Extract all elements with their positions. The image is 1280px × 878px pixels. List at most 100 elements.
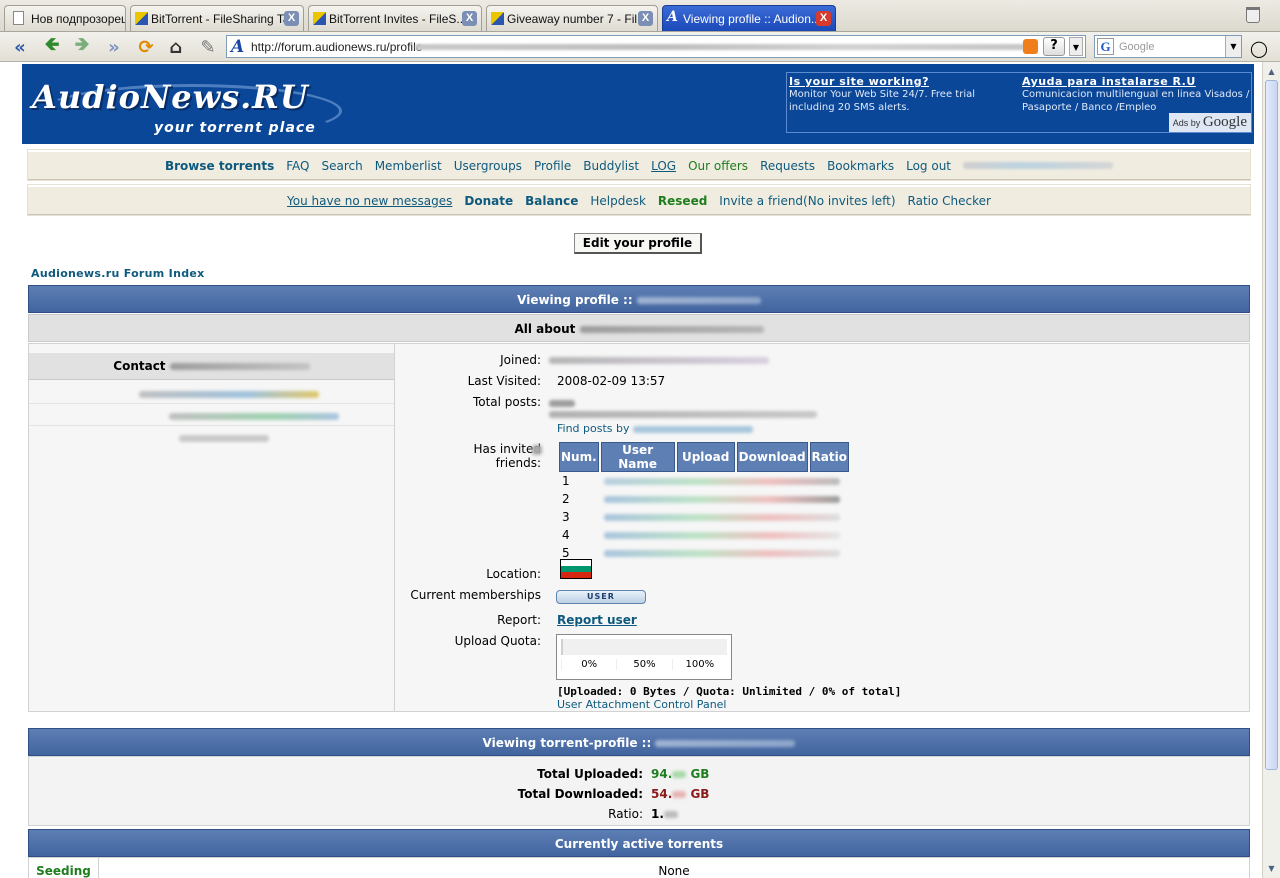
ad-title[interactable]: Is your site working? <box>789 75 1017 88</box>
reload-icon[interactable]: ⟳ <box>134 35 158 59</box>
web-page: AudioNews.RU your torrent place Is your … <box>20 62 1258 878</box>
google-icon: G <box>1097 38 1114 55</box>
menu-faq[interactable]: FAQ <box>286 159 309 173</box>
menu-browse-torrents[interactable]: Browse torrents <box>165 159 274 173</box>
menu-invite-friend[interactable]: Invite a friend(No invites left) <box>719 194 895 208</box>
address-bar[interactable]: A http://forum.audionews.ru/profile ? ▼ <box>226 35 1086 58</box>
url-text: http://forum.audionews.ru/profile <box>251 40 423 54</box>
uploaded-label: Total Uploaded: <box>537 767 643 781</box>
close-icon[interactable]: X <box>816 11 831 26</box>
menu-log[interactable]: LOG <box>651 159 676 173</box>
tab-bittorrent-invites[interactable]: BitTorrent Invites - FileS... X <box>308 5 482 31</box>
search-box[interactable]: G Google ▼ <box>1094 35 1242 58</box>
joined-label: Joined: <box>500 353 541 367</box>
redacted-count <box>532 445 542 455</box>
ad-item[interactable]: Ayuda para instalarse R.U Comunicacion m… <box>1022 75 1250 114</box>
uploaded-value: 94. GB <box>651 767 710 781</box>
menu-bookmarks[interactable]: Bookmarks <box>827 159 894 173</box>
browser-navigation-bar: « 🡸 🡺 » ⟳ ⌂ ✎ A http://forum.audionews.r… <box>0 32 1280 62</box>
report-user-link[interactable]: Report user <box>557 613 637 627</box>
find-posts-link[interactable]: Find posts by <box>557 422 754 435</box>
redacted-row <box>601 544 849 562</box>
redacted-digits <box>663 811 678 818</box>
torrent-profile-header: Viewing torrent-profile :: <box>28 728 1250 756</box>
menu-requests[interactable]: Requests <box>760 159 815 173</box>
viewing-profile-header: Viewing profile :: <box>28 285 1250 313</box>
close-icon[interactable]: X <box>284 11 299 26</box>
menu-messages[interactable]: You have no new messages <box>287 194 452 208</box>
redacted-digits <box>672 771 687 778</box>
tab-giveaway[interactable]: Giveaway number 7 - Fil... X <box>486 5 658 31</box>
menu-memberlist[interactable]: Memberlist <box>375 159 442 173</box>
fast-forward-icon[interactable]: » <box>102 35 126 59</box>
site-header: AudioNews.RU your torrent place Is your … <box>22 64 1254 144</box>
tab-viewing-profile[interactable]: A Viewing profile :: Audion... X <box>662 5 836 31</box>
menu-our-offers[interactable]: Our offers <box>688 159 748 173</box>
favicon-icon <box>313 12 326 25</box>
scroll-thumb[interactable] <box>1265 80 1278 770</box>
help-icon[interactable]: ? <box>1043 37 1065 56</box>
row-num: 3 <box>562 510 570 524</box>
table-row: 3 <box>559 508 849 526</box>
membership-badge: USER <box>556 590 646 604</box>
last-visited-value: 2008-02-09 13:57 <box>557 374 666 388</box>
menu-usergroups[interactable]: Usergroups <box>454 159 522 173</box>
ad-item[interactable]: Is your site working? Monitor Your Web S… <box>789 75 1017 114</box>
ad-title[interactable]: Ayuda para instalarse R.U <box>1022 75 1250 88</box>
downloaded-row: Total Downloaded: 54. GB <box>29 787 1251 807</box>
menu-buddylist[interactable]: Buddylist <box>583 159 639 173</box>
binoculars-icon[interactable]: ◯ <box>1250 39 1268 58</box>
invited-friends-table: Num. User Name Upload Download Ratio 1 2 <box>557 442 851 562</box>
forward-icon[interactable]: 🡺 <box>70 34 94 59</box>
chevron-down-icon[interactable]: ▼ <box>1225 36 1241 57</box>
search-input[interactable]: Google <box>1119 41 1154 53</box>
menu-helpdesk[interactable]: Helpdesk <box>590 194 646 208</box>
menu-reseed[interactable]: Reseed <box>658 194 707 208</box>
home-icon[interactable]: ⌂ <box>164 35 188 59</box>
attachment-panel-link[interactable]: User Attachment Control Panel <box>557 698 727 711</box>
site-logo[interactable]: AudioNews.RU <box>32 78 309 116</box>
scroll-down-icon[interactable]: ▼ <box>1265 861 1278 876</box>
menu-profile[interactable]: Profile <box>534 159 571 173</box>
back-icon[interactable]: 🡸 <box>40 34 64 59</box>
rss-icon[interactable] <box>1023 39 1038 54</box>
menu-balance[interactable]: Balance <box>525 194 578 208</box>
redacted-post-count <box>549 400 575 407</box>
favicon-icon: A <box>667 9 678 25</box>
scroll-up-icon[interactable]: ▲ <box>1265 64 1278 79</box>
trash-icon[interactable] <box>1246 7 1260 23</box>
edit-icon[interactable]: ✎ <box>196 35 220 59</box>
tab-new-subwindow[interactable]: Нов подпрозорец <box>4 5 126 31</box>
redacted-joined-date <box>549 357 769 364</box>
redacted-row <box>601 490 849 508</box>
vertical-scrollbar[interactable]: ▲ ▼ <box>1262 62 1280 878</box>
rewind-icon[interactable]: « <box>8 35 32 59</box>
chevron-down-icon[interactable]: ▼ <box>1069 37 1083 56</box>
close-icon[interactable]: X <box>462 11 477 26</box>
quota-tick: 50% <box>616 659 671 670</box>
secondary-menu: You have no new messages Donate Balance … <box>28 185 1250 215</box>
ratio-row: Ratio: 1. <box>29 807 1251 827</box>
table-row: 2 <box>559 490 849 508</box>
redacted-username <box>655 740 796 747</box>
col-num: Num. <box>559 442 599 472</box>
bulgaria-flag-icon <box>560 559 592 579</box>
edit-profile-button[interactable]: Edit your profile <box>574 233 702 254</box>
menu-donate[interactable]: Donate <box>464 194 513 208</box>
menu-ratio-checker[interactable]: Ratio Checker <box>908 194 991 208</box>
tab-bittorrent-filesharing[interactable]: BitTorrent - FileSharing Talk X <box>130 5 304 31</box>
ads-by-google[interactable]: Ads by Google <box>1168 113 1251 132</box>
menu-search[interactable]: Search <box>321 159 362 173</box>
col-upload: Upload <box>676 442 735 472</box>
quota-summary: [Uploaded: 0 Bytes / Quota: Unlimited / … <box>557 685 902 698</box>
redacted-post-stats <box>549 411 817 418</box>
site-tagline: your torrent place <box>154 120 316 136</box>
seeding-label: Seeding <box>29 858 99 878</box>
ratio-value: 1. <box>651 807 678 821</box>
quota-ticks: 0% 50% 100% <box>561 659 727 670</box>
profile-details-panel: Contact Joined: Last Visited: 2008-02-09… <box>28 343 1250 712</box>
col-download: Download <box>736 442 808 472</box>
forum-index-link[interactable]: Audionews.ru Forum Index <box>31 267 205 280</box>
close-icon[interactable]: X <box>638 11 653 26</box>
menu-log-out[interactable]: Log out <box>906 159 951 173</box>
